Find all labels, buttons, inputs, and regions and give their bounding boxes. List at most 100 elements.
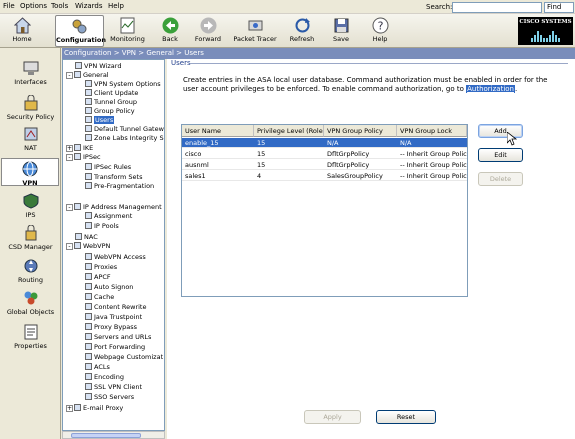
nav-interfaces[interactable]: Interfaces xyxy=(0,60,61,86)
table-row[interactable]: enable_15 15 N/A N/A xyxy=(182,138,467,148)
configuration-button[interactable]: Configuration xyxy=(55,15,106,47)
tree-tunnel-group[interactable]: Tunnel Group xyxy=(85,98,137,107)
expand-toggle-icon[interactable]: + xyxy=(66,145,73,152)
svg-text:?: ? xyxy=(377,20,383,33)
tree-java-trustpoint[interactable]: Java Trustpoint xyxy=(85,313,142,322)
nav-security-policy[interactable]: Security Policy xyxy=(0,94,61,121)
cell-vpn-group-policy: SalesGroupPolicy xyxy=(327,172,383,180)
reset-button[interactable]: Reset xyxy=(376,410,436,424)
page-icon xyxy=(85,134,92,141)
tree-cache[interactable]: Cache xyxy=(85,293,114,302)
apply-button[interactable]: Apply xyxy=(304,410,361,424)
packet-tracer-button[interactable]: Packet Tracer xyxy=(232,15,278,47)
tree-auto-signon[interactable]: Auto Signon xyxy=(85,283,133,292)
tree-default-tunnel-gateway[interactable]: Default Tunnel Gatew xyxy=(85,125,164,134)
tree-pre-fragmentation[interactable]: Pre-Fragmentation xyxy=(85,182,154,191)
tree-general[interactable]: - General xyxy=(66,71,109,80)
search-label: Search: xyxy=(426,3,453,11)
tree-apcf[interactable]: APCF xyxy=(85,273,111,282)
nav-nat[interactable]: NAT xyxy=(0,126,61,152)
scrollbar-thumb[interactable] xyxy=(71,433,141,438)
column-header-user-name[interactable]: User Name xyxy=(182,125,254,137)
column-header-vpn-group-lock[interactable]: VPN Group Lock xyxy=(397,125,467,137)
nav-routing[interactable]: Routing xyxy=(0,258,61,284)
security-policy-icon xyxy=(23,94,39,111)
table-row[interactable]: ausnml 15 DfltGrpPolicy -- Inherit Group… xyxy=(182,160,467,170)
save-button[interactable]: Save xyxy=(330,15,352,47)
help-button[interactable]: ? Help xyxy=(370,15,390,47)
home-button[interactable]: Home xyxy=(7,15,37,47)
cell-privilege-level: 15 xyxy=(257,161,266,169)
tree-email-proxy[interactable]: + E-mail Proxy xyxy=(66,404,123,413)
page-icon xyxy=(85,182,92,189)
edit-button[interactable]: Edit xyxy=(478,148,523,162)
save-icon xyxy=(333,17,350,34)
configuration-icon xyxy=(71,18,88,35)
tree-proxies[interactable]: Proxies xyxy=(85,263,117,272)
tree-nac[interactable]: NAC xyxy=(75,233,98,242)
tree-ipsec-rules[interactable]: IPSec Rules xyxy=(85,163,131,172)
tree-vpn-system-options[interactable]: VPN System Options xyxy=(85,80,161,89)
collapse-toggle-icon[interactable]: - xyxy=(66,72,73,79)
tree-proxy-bypass[interactable]: Proxy Bypass xyxy=(85,323,137,332)
nav-vpn[interactable]: VPN xyxy=(1,158,59,187)
page-icon xyxy=(85,363,92,370)
nav-csd-manager[interactable]: CSD Manager xyxy=(0,224,61,251)
tree-ipsec[interactable]: - IPSec xyxy=(66,153,101,162)
tree-sso-servers[interactable]: SSO Servers xyxy=(85,393,134,402)
delete-button[interactable]: Delete xyxy=(478,172,523,186)
tree-encoding[interactable]: Encoding xyxy=(85,373,124,382)
nav-global-objects[interactable]: Global Objects xyxy=(0,290,61,316)
cell-privilege-level: 15 xyxy=(257,150,266,158)
nav-properties[interactable]: Properties xyxy=(0,324,61,350)
expand-toggle-icon[interactable]: + xyxy=(66,405,73,412)
tree-horizontal-scrollbar[interactable] xyxy=(62,431,165,439)
csd-manager-icon xyxy=(23,224,39,241)
users-table: User Name Privilege Level (Role) VPN Gro… xyxy=(181,124,468,297)
column-header-privilege-level[interactable]: Privilege Level (Role) xyxy=(254,125,324,137)
tree-assignment[interactable]: Assignment xyxy=(85,212,132,221)
back-button[interactable]: Back xyxy=(158,15,182,47)
tree-content-rewrite[interactable]: Content Rewrite xyxy=(85,303,146,312)
tree-zone-labs[interactable]: Zone Labs Integrity S xyxy=(85,134,164,143)
tree-webvpn[interactable]: - WebVPN xyxy=(66,242,110,251)
forward-button[interactable]: Forward xyxy=(193,15,223,47)
monitoring-button[interactable]: Monitoring xyxy=(110,15,145,47)
tree-ip-pools[interactable]: IP Pools xyxy=(85,222,119,231)
page-icon xyxy=(85,373,92,380)
table-row[interactable]: sales1 4 SalesGroupPolicy -- Inherit Gro… xyxy=(182,171,467,181)
menu-tools[interactable]: Tools xyxy=(51,2,68,10)
vpn-icon xyxy=(22,161,38,177)
tree-acls[interactable]: ACLs xyxy=(85,363,110,372)
column-header-vpn-group-policy[interactable]: VPN Group Policy xyxy=(324,125,397,137)
search-input[interactable] xyxy=(452,2,542,13)
tree-webvpn-access[interactable]: WebVPN Access xyxy=(85,253,146,262)
tree-client-update[interactable]: Client Update xyxy=(85,89,138,98)
toolbar: Home Configuration Monitoring Back Forwa… xyxy=(0,14,575,48)
page-icon xyxy=(85,125,92,132)
page-icon xyxy=(85,253,92,260)
menu-options[interactable]: Options xyxy=(20,2,47,10)
find-button[interactable]: Find xyxy=(544,2,574,13)
refresh-button[interactable]: Refresh xyxy=(288,15,316,47)
tree-transform-sets[interactable]: Transform Sets xyxy=(85,173,142,182)
nav-ips[interactable]: IPS xyxy=(0,193,61,219)
authorization-link[interactable]: Authorization xyxy=(466,85,515,93)
tree-users[interactable]: Users xyxy=(85,116,115,125)
tree-webpage-customization[interactable]: Webpage Customizat xyxy=(85,353,163,362)
tree-ssl-vpn-client[interactable]: SSL VPN Client xyxy=(85,383,142,392)
page-icon xyxy=(85,212,92,219)
collapse-toggle-icon[interactable]: - xyxy=(66,204,73,211)
tree-servers-and-urls[interactable]: Servers and URLs xyxy=(85,333,151,342)
collapse-toggle-icon[interactable]: - xyxy=(66,243,73,250)
tree-ike[interactable]: + IKE xyxy=(66,144,93,153)
menu-wizards[interactable]: Wizards xyxy=(75,2,103,10)
tree-ip-address-management[interactable]: - IP Address Management xyxy=(66,203,162,212)
tree-vpn-wizard[interactable]: VPN Wizard xyxy=(75,62,121,71)
menu-file[interactable]: File xyxy=(3,2,15,10)
tree-group-policy[interactable]: Group Policy xyxy=(85,107,135,116)
tree-port-forwarding[interactable]: Port Forwarding xyxy=(85,343,145,352)
collapse-toggle-icon[interactable]: - xyxy=(66,154,73,161)
table-row[interactable]: cisco 15 DfltGrpPolicy -- Inherit Group … xyxy=(182,149,467,159)
menu-help[interactable]: Help xyxy=(108,2,124,10)
